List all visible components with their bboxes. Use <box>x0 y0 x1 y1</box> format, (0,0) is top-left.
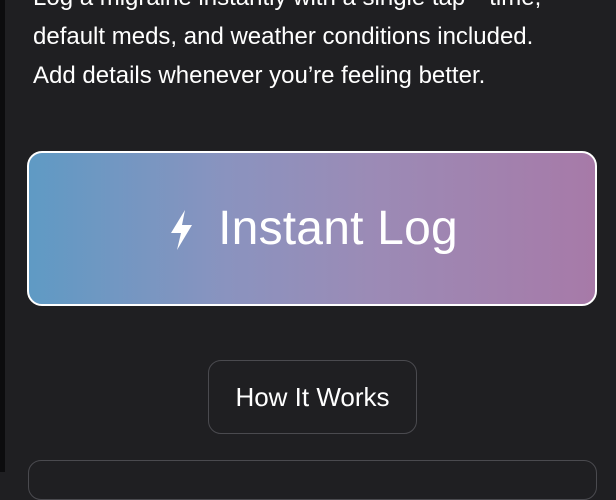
intro-line-3: Add details whenever you’re feeling bett… <box>33 62 486 89</box>
how-it-works-button[interactable]: How It Works <box>208 360 417 434</box>
left-edge-strip <box>0 0 5 472</box>
lightning-bolt-icon <box>171 209 193 250</box>
instant-log-label: Instant Log <box>218 202 458 255</box>
next-card <box>28 460 597 500</box>
how-it-works-label: How It Works <box>235 381 390 412</box>
intro-description: Log a migraine instantly with a single t… <box>33 0 603 95</box>
intro-line-2: default meds, and weather conditions inc… <box>33 23 534 50</box>
instant-log-button[interactable]: Instant Log <box>27 151 597 306</box>
intro-line-1: Log a migraine instantly with a single t… <box>33 0 603 17</box>
